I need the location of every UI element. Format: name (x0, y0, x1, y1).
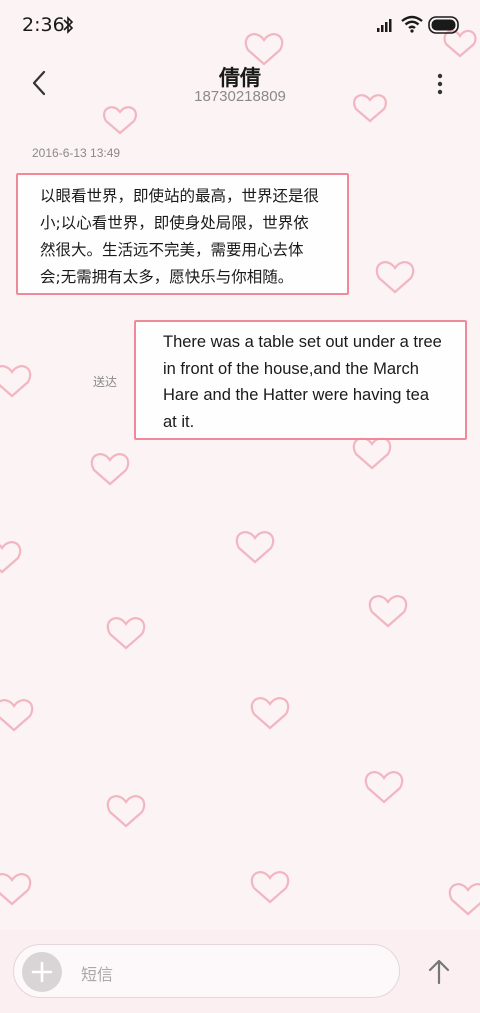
message-line: Hare and the Hatter were having tea (163, 386, 429, 404)
battery-icon (428, 16, 459, 34)
composer-bar: 短信 (0, 930, 480, 1013)
heart-wallpaper (0, 29, 480, 916)
heart-icon (235, 531, 275, 564)
heart-icon (0, 365, 32, 398)
arrow-up-icon[interactable] (426, 957, 452, 985)
heart-icon (0, 541, 22, 574)
add-attachment-button[interactable] (22, 952, 62, 992)
heart-icon (250, 871, 290, 904)
heart-icon (0, 873, 32, 906)
heart-icon (375, 261, 415, 294)
signal-icon (377, 19, 392, 32)
message-line: 然很大。生活远不完美，需要用心去体 (40, 241, 304, 259)
heart-icon (448, 883, 480, 916)
message-line: 会;无需拥有太多，愿快乐与你相随。 (40, 268, 294, 286)
message-input[interactable]: 短信 (13, 944, 400, 998)
message-line: at it. (163, 412, 195, 431)
more-vertical-icon[interactable] (430, 69, 450, 99)
bluetooth-icon (63, 16, 74, 34)
conversation-header: 倩倩 18730218809 (0, 52, 480, 114)
heart-icon (352, 437, 392, 470)
status-bar: 2:36 (0, 0, 480, 52)
contact-number: 18730218809 (194, 88, 286, 105)
input-placeholder: 短信 (81, 965, 114, 984)
sent-message-bubble[interactable]: There was a table set out under a tree i… (134, 320, 467, 440)
heart-icon (364, 771, 404, 804)
plus-icon (31, 961, 53, 983)
heart-icon (90, 453, 130, 486)
received-message-bubble[interactable]: 以眼看世界，即使站的最高，世界还是很 小;以心看世界，即使身处局限，世界依 然很… (16, 173, 349, 295)
message-line: 以眼看世界，即使站的最高，世界还是很 (40, 187, 320, 205)
wifi-icon (401, 15, 423, 33)
status-time: 2:36 (22, 14, 65, 36)
heart-icon (106, 617, 146, 650)
delivery-status: 送达 (93, 375, 118, 389)
message-line: There was a table set out under a tree (163, 333, 442, 351)
heart-icon (250, 697, 290, 730)
heart-icon (0, 699, 34, 732)
heart-icon (106, 795, 146, 828)
message-line: in front of the house,and the March (163, 359, 419, 378)
heart-icon (368, 595, 408, 628)
message-timestamp: 2016-6-13 13:49 (32, 146, 121, 160)
message-line: 小;以心看世界，即使身处局限，世界依 (40, 214, 309, 232)
